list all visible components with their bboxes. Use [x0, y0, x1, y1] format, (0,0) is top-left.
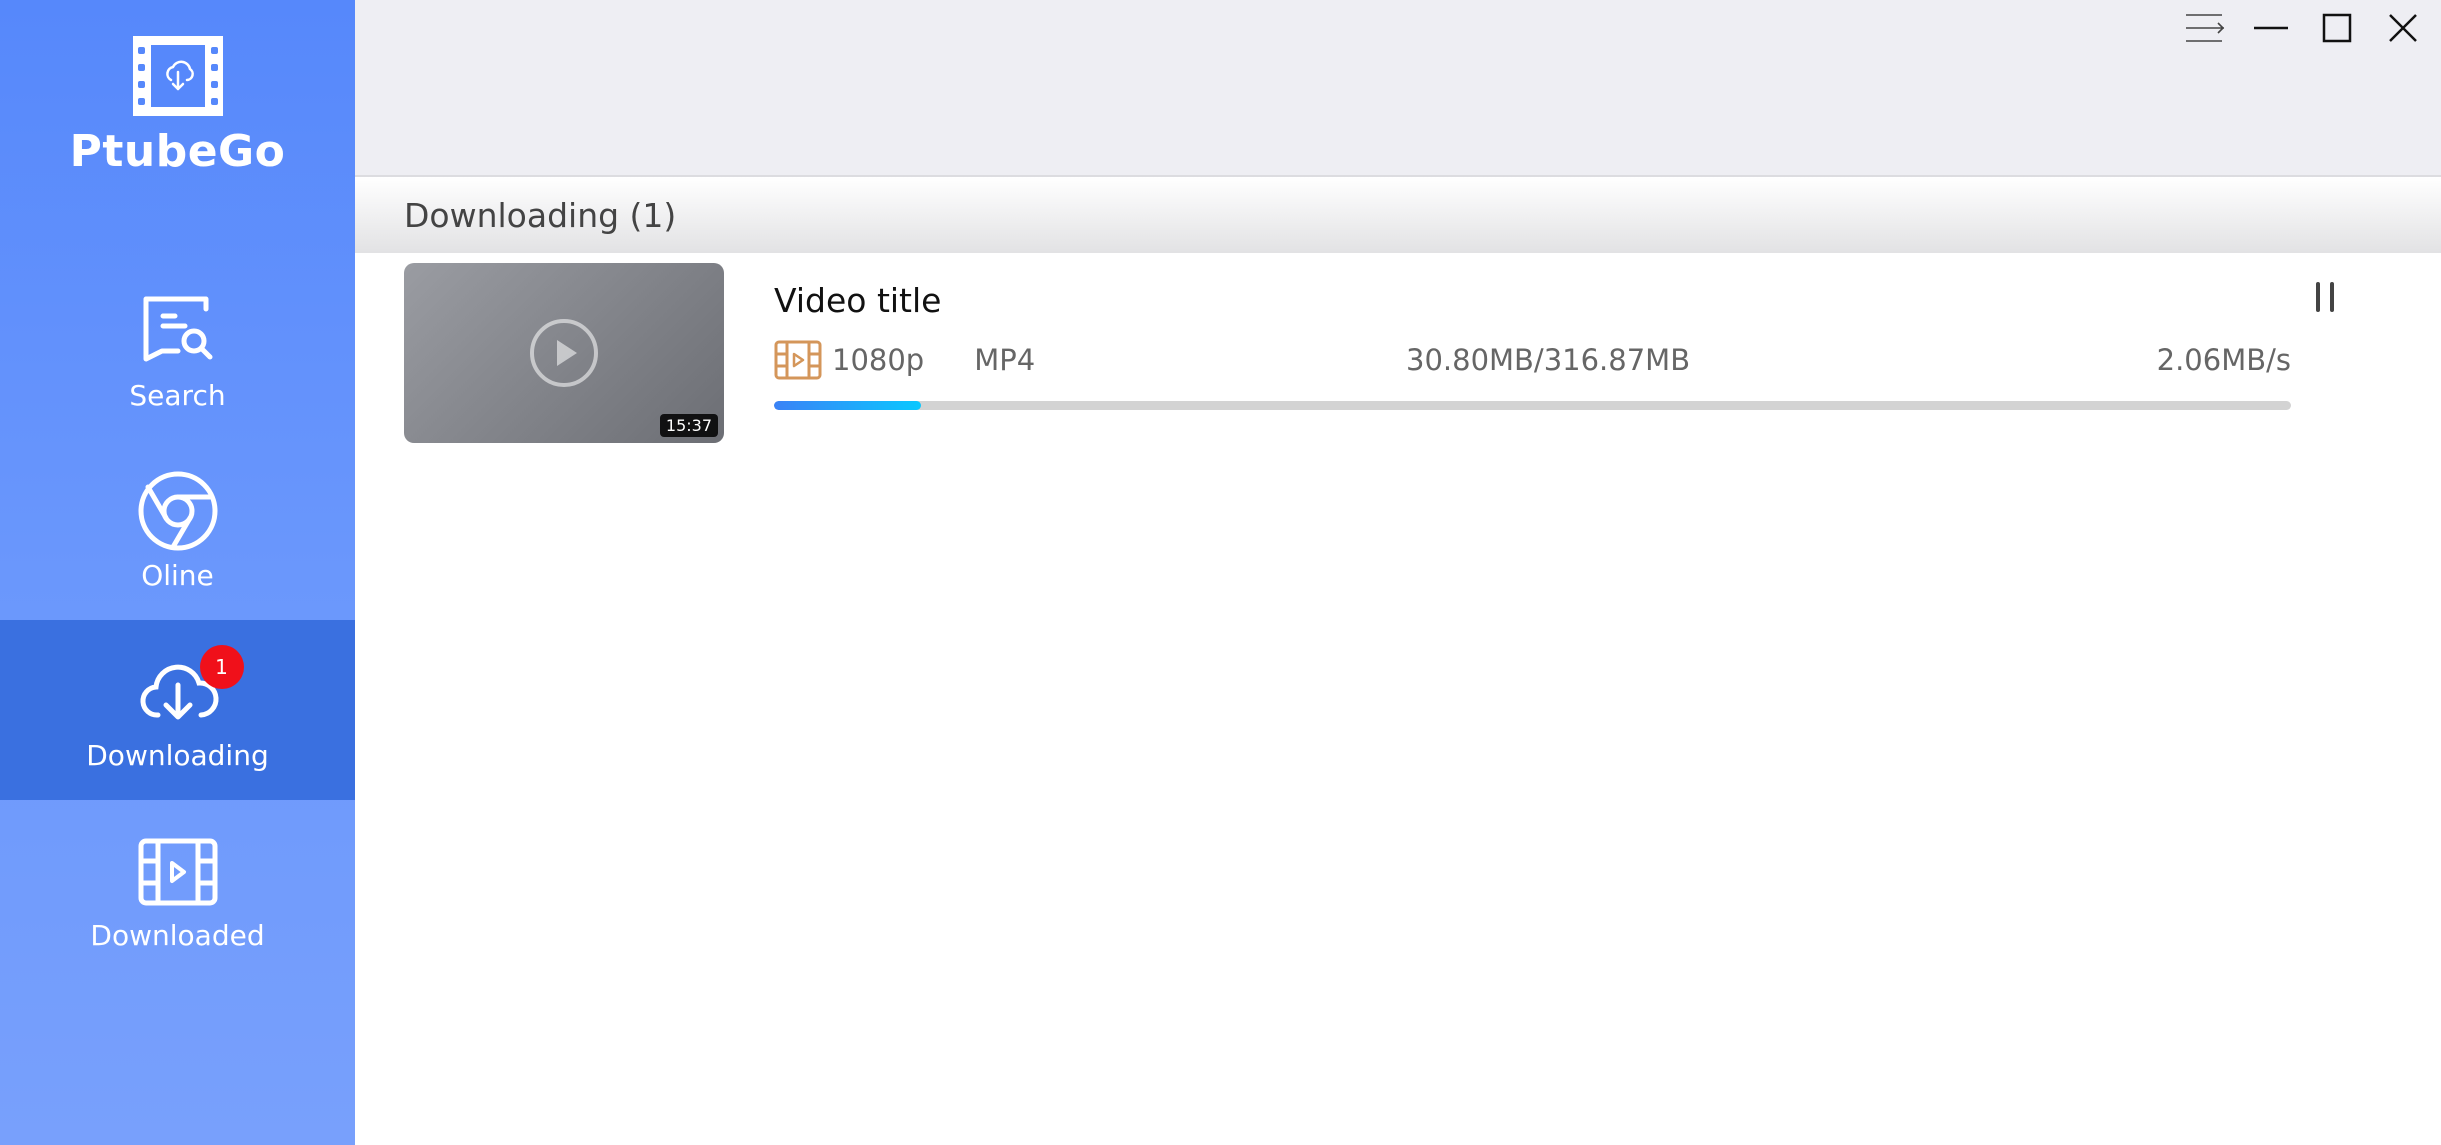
downloading-count-badge: 1 [199, 644, 244, 689]
download-speed: 2.06MB/s [2156, 343, 2291, 377]
sidebar-item-label: Downloading [86, 738, 269, 772]
menu-icon [2186, 14, 2225, 42]
sidebar-item-downloading[interactable]: 1 Downloading [0, 620, 355, 800]
film-play-icon [136, 829, 220, 913]
cloud-download-icon: 1 [136, 644, 244, 733]
pause-button[interactable] [2305, 275, 2345, 319]
close-icon [2389, 14, 2417, 42]
sidebar-item-oline[interactable]: Oline [0, 440, 355, 620]
section-title: Downloading (1) [355, 177, 2441, 253]
minimize-icon [2254, 26, 2288, 30]
sidebar-item-label: Search [129, 378, 226, 412]
title-bar [355, 0, 2441, 177]
sidebar-item-downloaded[interactable]: Downloaded [0, 800, 355, 980]
download-item: 15:37 Video title 1080p MP4 30.80MB/316.… [355, 253, 2441, 443]
app-name: PtubeGo [69, 126, 286, 177]
sidebar: PtubeGo Search Oline 1 Downloading Downl… [0, 0, 355, 1145]
minimize-button[interactable] [2247, 10, 2295, 46]
video-resolution: 1080p [832, 343, 925, 377]
sidebar-item-label: Downloaded [90, 918, 265, 952]
download-size-progress: 30.80MB/316.87MB [1406, 343, 1691, 377]
app-window: PtubeGo Search Oline 1 Downloading Downl… [0, 0, 2441, 1145]
video-thumbnail[interactable]: 15:37 [404, 263, 724, 443]
video-resolution-icon [774, 340, 822, 380]
app-logo: PtubeGo [0, 36, 355, 177]
main-panel: Downloading (1) 15:37 Video title 1080p … [355, 0, 2441, 1145]
video-duration: 15:37 [659, 414, 718, 437]
maximize-icon [2322, 13, 2352, 43]
download-progress-bar [774, 401, 2291, 410]
maximize-button[interactable] [2313, 10, 2361, 46]
video-placeholder-icon [530, 319, 598, 387]
browser-icon [136, 469, 220, 553]
close-button[interactable] [2379, 10, 2427, 46]
search-chat-icon [136, 289, 220, 373]
sidebar-item-label: Oline [141, 558, 214, 592]
video-title: Video title [774, 281, 942, 320]
film-cloud-download-icon [132, 36, 223, 116]
download-meta: 1080p MP4 30.80MB/316.87MB 2.06MB/s [774, 338, 2291, 382]
video-format: MP4 [974, 343, 1036, 377]
menu-button[interactable] [2181, 10, 2229, 46]
window-controls [2181, 10, 2427, 46]
sidebar-item-search[interactable]: Search [0, 260, 355, 440]
download-progress-fill [774, 401, 922, 410]
pause-icon [2316, 282, 2320, 312]
